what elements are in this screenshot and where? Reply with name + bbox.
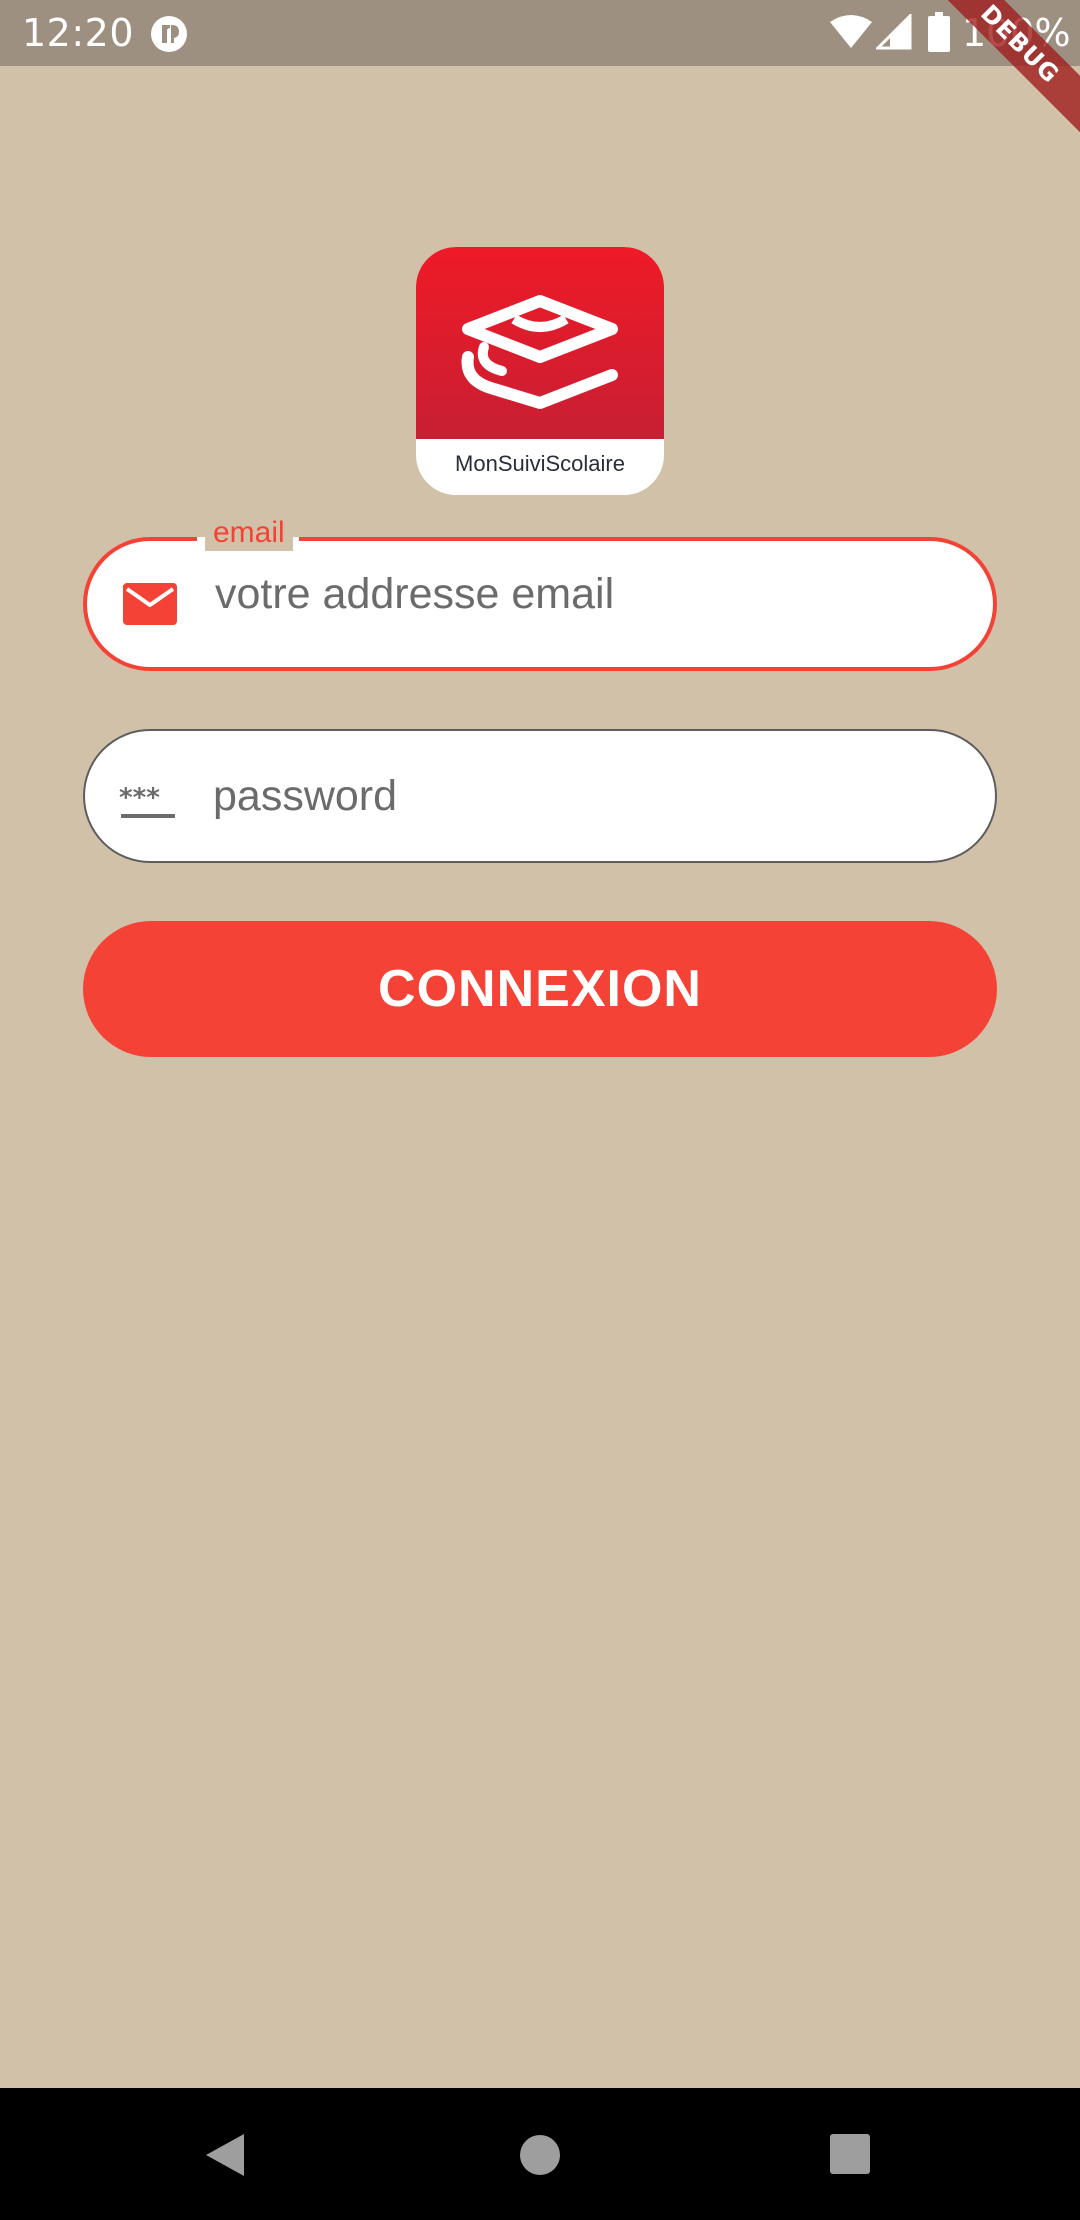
mail-icon — [123, 583, 177, 625]
connexion-button[interactable]: CONNEXION — [83, 921, 997, 1057]
password-field[interactable]: *** — [83, 729, 997, 863]
status-bar: 12:20 100% — [0, 0, 1080, 66]
cell-signal-icon — [876, 14, 912, 50]
email-field[interactable]: email — [83, 515, 997, 671]
email-input[interactable] — [215, 531, 955, 657]
wifi-icon — [830, 15, 872, 48]
home-icon[interactable] — [519, 2134, 561, 2176]
status-time: 12:20 — [22, 11, 135, 55]
password-input[interactable] — [213, 731, 953, 861]
recents-icon[interactable] — [830, 2134, 870, 2174]
svg-text:***: *** — [119, 783, 160, 813]
back-icon[interactable] — [204, 2132, 248, 2178]
logo-app-name: MonSuiviScolaire — [455, 451, 625, 476]
password-icon: *** — [119, 783, 175, 818]
logo-emblem — [416, 247, 664, 439]
app-logo: MonSuiviScolaire — [416, 247, 664, 495]
navigation-bar — [0, 2088, 1080, 2220]
book-stack-icon — [461, 295, 618, 409]
app-notification-icon — [151, 16, 187, 52]
battery-icon — [928, 12, 950, 52]
